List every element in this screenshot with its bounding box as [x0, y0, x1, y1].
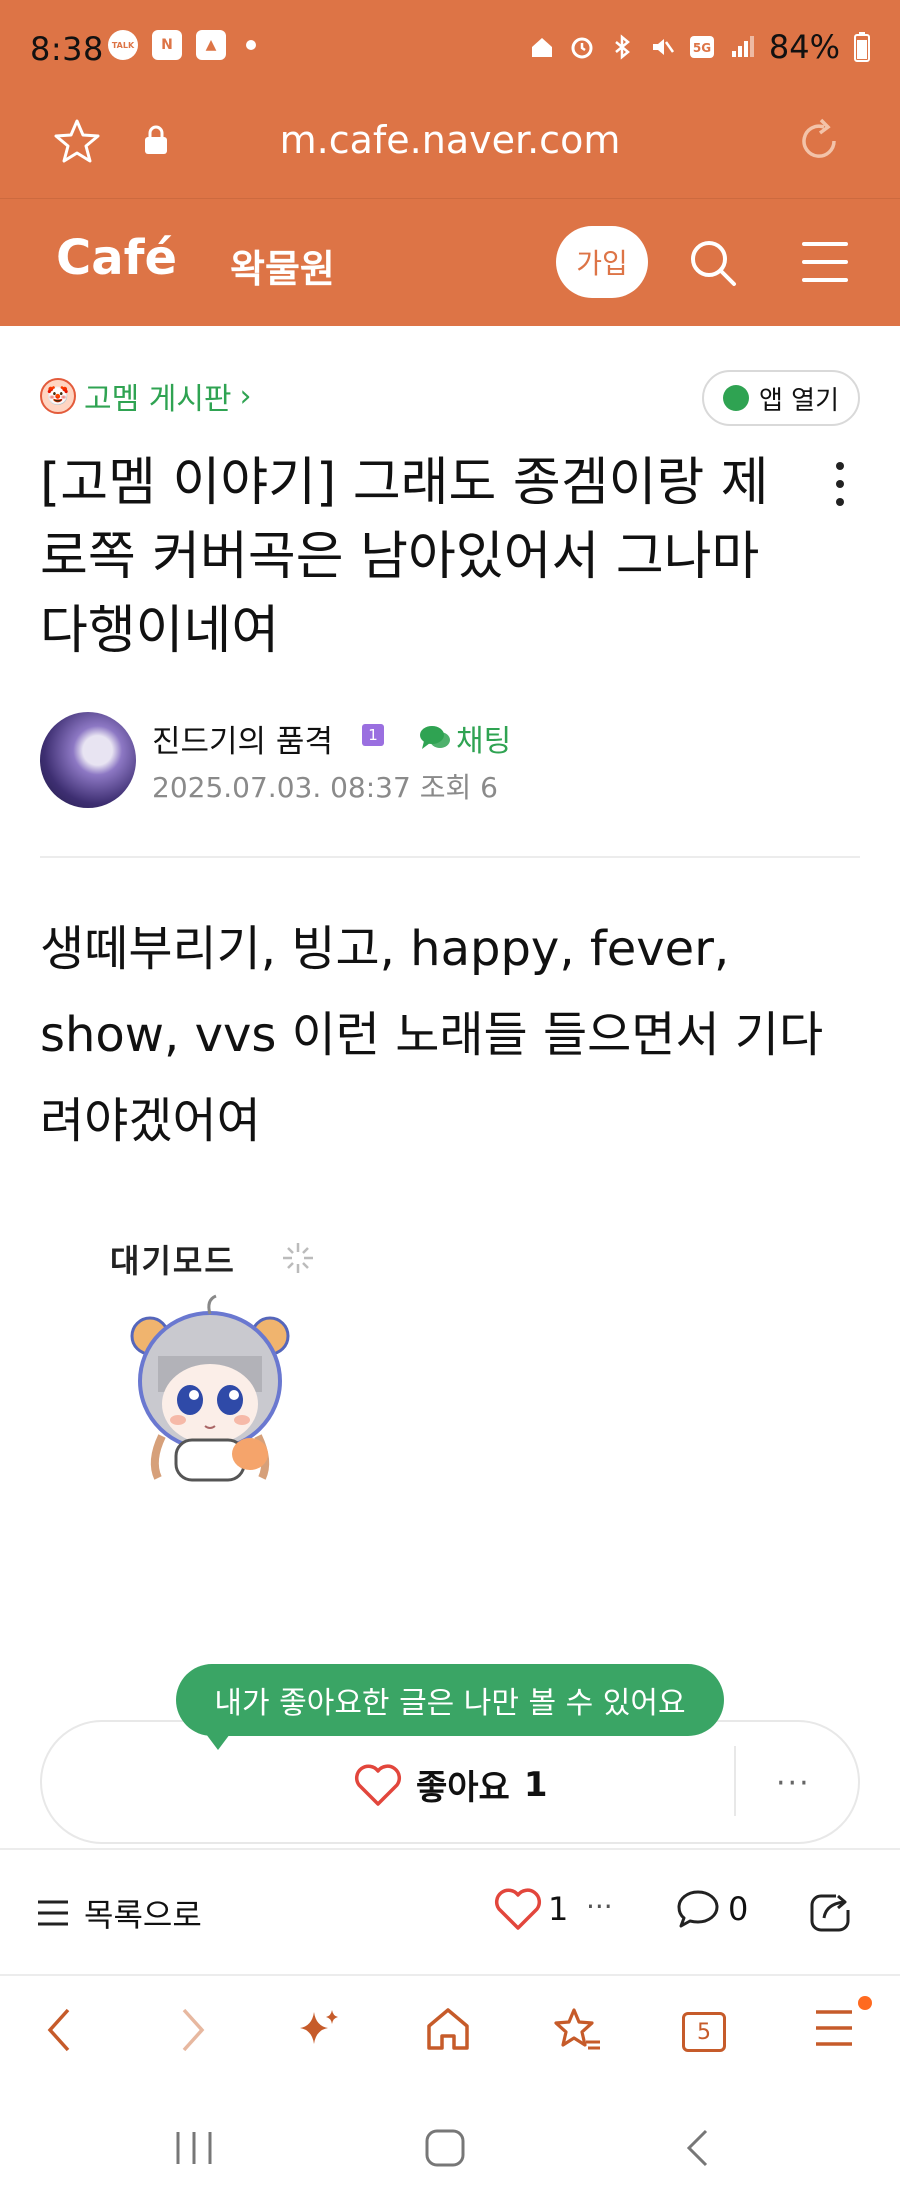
home-icon[interactable] — [424, 2006, 472, 2052]
list-label: 목록으로 — [84, 1896, 202, 1934]
talk-icon: TALK — [108, 30, 138, 60]
status-right-icons: 5G 84% — [529, 28, 870, 66]
search-icon[interactable] — [688, 238, 738, 288]
chat-link[interactable]: 채팅 — [418, 716, 511, 760]
chibi-character-illustration — [130, 1294, 290, 1482]
bookmarks-icon[interactable] — [552, 2006, 602, 2054]
avatar[interactable] — [40, 712, 136, 808]
post-title: [고멤 이야기] 그래도 종겜이랑 제로쪽 커버곡은 남아있어서 그나마 다행이… — [40, 453, 769, 661]
level-badge: 1 — [362, 724, 384, 746]
like-separator — [734, 1746, 736, 1816]
heart-icon — [354, 1763, 402, 1806]
cafe-cup-icon — [722, 385, 749, 411]
home-icon — [531, 38, 552, 57]
system-back-icon[interactable] — [684, 2128, 710, 2168]
sticker-image: 대기모드 — [110, 1236, 330, 1496]
gallery-icon: ▲ — [196, 30, 226, 60]
post-body: 생떼부리기, 빙고, happy, fever, show, vvs 이런 노래… — [40, 921, 824, 1149]
like-users-more[interactable]: ··· — [586, 1890, 613, 1923]
ai-sparkle-icon[interactable] — [298, 2006, 342, 2050]
cafe-name[interactable]: 왁물원 — [230, 238, 335, 293]
browser-menu-icon[interactable] — [814, 2006, 854, 2050]
more-options-icon[interactable] — [836, 462, 848, 516]
alarm-icon — [571, 37, 593, 59]
heart-icon — [494, 1888, 542, 1930]
like-count: 1 — [523, 1764, 548, 1805]
home-button-icon[interactable] — [424, 2128, 466, 2168]
share-icon[interactable] — [808, 1888, 856, 1934]
list-button[interactable]: 목록으로 — [36, 1890, 202, 1936]
battery-icon — [854, 32, 870, 62]
post-date: 2025.07.03. 08:37 — [152, 771, 411, 804]
post-views: 조회 6 — [419, 771, 498, 804]
chevron-right-icon: › — [239, 378, 252, 414]
comment-button[interactable]: 0 — [676, 1888, 748, 1930]
status-left-icons: TALK N ▲ — [108, 30, 256, 60]
5g-icon: 5G — [689, 36, 714, 58]
notification-dot — [858, 1996, 872, 2010]
board-link[interactable]: 🤡 고멤 게시판 › — [40, 374, 252, 418]
sparkle-icon — [283, 1243, 313, 1273]
menu-icon[interactable] — [802, 240, 848, 284]
url-text[interactable]: m.cafe.naver.com — [0, 118, 900, 162]
comment-count: 0 — [728, 1890, 749, 1928]
cafe-logo[interactable]: Café — [56, 230, 177, 286]
sticker-text: 대기모드 — [110, 1242, 236, 1280]
join-button[interactable]: 가입 — [556, 226, 648, 298]
dot-icon — [246, 40, 256, 50]
like-more-button[interactable]: ··· — [776, 1766, 811, 1801]
mute-icon — [652, 39, 674, 55]
board-name: 고멤 게시판 — [84, 382, 232, 417]
like-tooltip: 내가 좋아요한 글은 나만 볼 수 있어요 — [176, 1664, 724, 1750]
app-open-label: 앱 열기 — [758, 385, 840, 416]
bottom-like-count: 1 — [548, 1890, 569, 1928]
author-name[interactable]: 진드기의 품격 — [152, 716, 333, 761]
like-button[interactable]: 좋아요 1 — [354, 1760, 548, 1809]
like-label: 좋아요 — [416, 1768, 510, 1808]
divider — [40, 856, 860, 858]
status-time: 8:38 — [30, 30, 104, 68]
signal-icon — [731, 36, 754, 57]
recent-apps-icon[interactable] — [174, 2130, 214, 2166]
chat-label: 채팅 — [456, 724, 512, 759]
reload-icon[interactable] — [794, 116, 844, 166]
comment-icon — [677, 1890, 719, 1928]
list-icon — [38, 1900, 68, 1926]
post-meta: 2025.07.03. 08:37 조회 6 — [152, 766, 498, 806]
battery-percent: 84% — [768, 28, 840, 66]
app-open-button[interactable]: 앱 열기 — [702, 370, 860, 426]
bottom-like-button[interactable]: 1 — [494, 1888, 568, 1930]
bluetooth-icon — [615, 34, 630, 60]
svg-text:5G: 5G — [693, 41, 711, 55]
clown-icon: 🤡 — [40, 378, 76, 414]
forward-icon[interactable] — [178, 2006, 208, 2054]
back-icon[interactable] — [44, 2006, 74, 2054]
tabs-button[interactable]: 5 — [682, 2012, 726, 2052]
chat-bubble-icon — [420, 726, 450, 749]
n-icon: N — [152, 30, 182, 60]
